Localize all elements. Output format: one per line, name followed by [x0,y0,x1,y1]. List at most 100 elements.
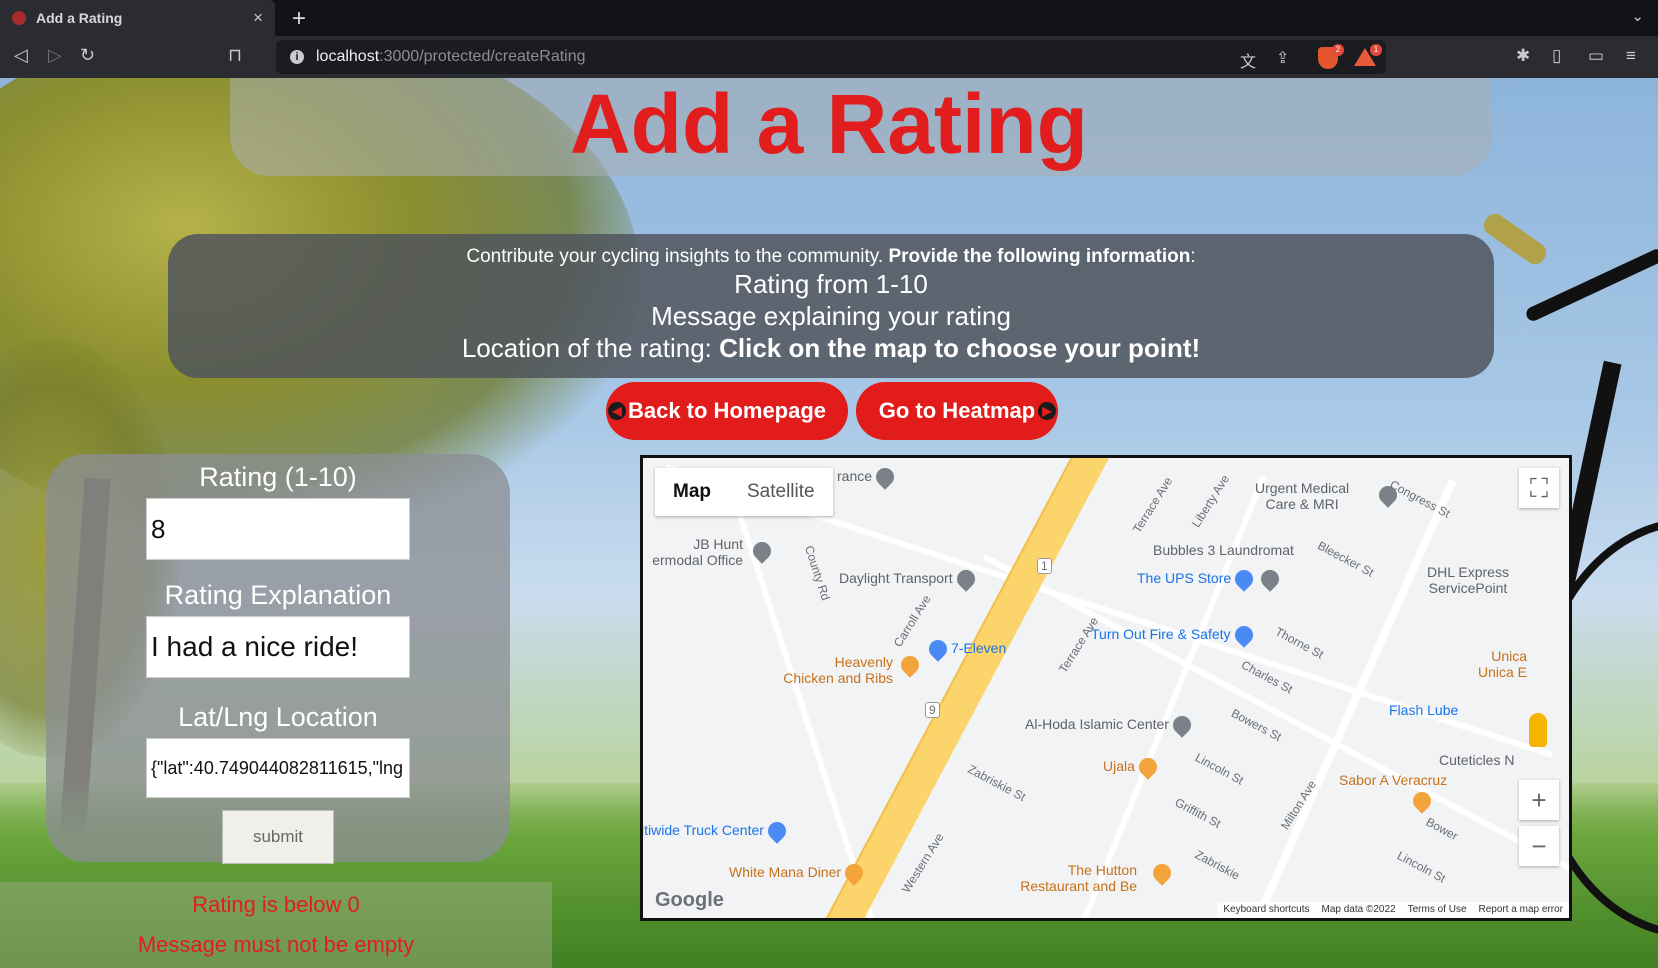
url-text[interactable]: localhost:3000/protected/createRating [316,48,586,66]
map-pin-icon [1231,566,1257,593]
rating-form: Rating (1-10) 8 Rating Explanation I had… [46,454,510,864]
url-path: :3000/protected/createRating [379,48,586,65]
instruction-message: Message explaining your rating [651,301,1011,331]
map-pin-icon [897,652,923,678]
address-bar[interactable]: i localhost:3000/protected/createRating … [276,40,1386,74]
tab-list-chevron-icon[interactable]: ⌄ [1631,7,1644,25]
map-place[interactable]: Cuteticles N [1439,752,1514,768]
map-pin-icon [1149,860,1175,886]
pegman-icon[interactable] [1529,713,1547,747]
street-label: Bleecker St [1315,538,1377,580]
zoom-out-button[interactable]: − [1519,826,1559,866]
map-place[interactable]: Urgent Medical Care & MRI [1255,480,1349,512]
place-label: Sabor A Veracruz [1339,772,1448,788]
place-label: Cuteticles N [1439,752,1515,768]
share-icon[interactable]: ⇪ [1276,48,1289,68]
rating-input[interactable]: 8 [146,498,410,560]
location-input[interactable]: {"lat":40.749044082811615,"lng [146,738,410,798]
map-place[interactable]: White Mana Diner [729,860,867,887]
location-map[interactable]: Map Satellite ⛶ + − rance Urgent Medical… [640,455,1572,921]
map-place[interactable]: The UPS Store [1137,566,1283,593]
map-data-text: Map data ©2022 [1321,904,1396,915]
map-place[interactable]: Heavenly Chicken and Ribs [773,654,893,686]
street-label: Griffith St [1172,795,1224,831]
place-label: Ujala [1103,758,1135,774]
map-pin-icon [841,860,867,887]
sidebar-icon[interactable]: ▯ [1552,46,1561,66]
street-label: Bower [1423,814,1461,844]
map-place[interactable]: Unica Unica E [1469,648,1527,680]
place-label: Flash Lube [1389,702,1459,718]
street-label: Lincoln St [1192,750,1246,788]
place-label: Bubbles 3 Laundromat [1153,542,1294,558]
map-place[interactable]: itiwide Truck Center [641,818,790,845]
place-label: 7-Eleven [951,640,1007,656]
zoom-in-button[interactable]: + [1519,780,1559,820]
place-label: The UPS Store [1137,570,1232,586]
map-pin-icon [1230,622,1257,649]
arrow-right-icon: ▶ [1038,402,1056,420]
map-place[interactable]: Ujala [1103,754,1161,781]
place-label: Daylight Transport [839,570,953,586]
map-place[interactable]: Turn Out Fire & Safety [1091,622,1257,649]
map-place[interactable]: Sabor A Veracruz [1339,772,1447,788]
url-host: localhost [316,48,380,65]
rating-label: Rating (1-10) [199,462,357,492]
route-shield: 1 [1037,558,1052,574]
browser-tab-strip: Add a Rating × + ⌄ [0,0,1658,36]
route-shield: 9 [925,702,940,718]
favicon-icon [12,11,26,25]
back-to-homepage-label: Back to Homepage [627,398,827,423]
close-tab-icon[interactable]: × [253,8,263,28]
map-place[interactable]: DHL Express ServicePoint [1427,564,1509,596]
explanation-input[interactable]: I had a nice ride! [146,616,410,678]
street-label: Western Ave [898,830,947,896]
map-place[interactable]: JB Hunt ermodal Office [643,536,743,568]
translate-icon[interactable]: 文 [1240,48,1256,72]
browser-tab[interactable]: Add a Rating × [0,0,275,36]
place-label: JB Hunt [693,536,743,552]
place-label: Urgent Medical [1255,480,1350,496]
forward-icon[interactable]: ▷ [48,45,62,66]
map-type-satellite-button[interactable]: Satellite [729,468,833,516]
map-pin-icon [925,636,951,663]
back-icon[interactable]: ◁ [14,45,28,66]
tab-title: Add a Rating [36,10,123,26]
reload-icon[interactable]: ↻ [80,45,95,66]
map-place[interactable]: Al-Hoda Islamic Center [1025,712,1195,739]
site-info-icon[interactable]: i [290,50,304,64]
go-to-heatmap-label: Go to Heatmap [878,398,1036,423]
wallet-icon[interactable]: ▭ [1588,46,1604,66]
map-place[interactable]: The Hutton Restaurant and Be [1013,862,1137,894]
street-label: Terrace Ave [1129,474,1176,536]
place-label: Heavenly [834,654,893,670]
map-pin-icon [872,464,898,491]
place-label: itiwide Truck Center [641,822,764,838]
map-place[interactable]: Bubbles 3 Laundromat [1153,542,1294,558]
place-label: Chicken and Ribs [783,670,893,686]
place-label: DHL Express [1427,564,1509,580]
error-panel: Rating is below 0 Message must not be em… [0,882,552,968]
terms-link[interactable]: Terms of Use [1408,904,1467,916]
fullscreen-button[interactable]: ⛶ [1519,468,1559,508]
map-place[interactable]: 7-Eleven [925,636,1007,663]
arrow-left-icon: ◀ [608,402,626,420]
new-tab-icon[interactable]: + [292,5,306,33]
menu-icon[interactable]: ≡ [1626,46,1636,66]
location-bold-text: Click on the map to choose your point! [719,333,1201,363]
intro-colon: : [1190,246,1196,267]
keyboard-shortcuts-link[interactable]: Keyboard shortcuts [1223,904,1309,916]
street-label: Lincoln St [1394,848,1448,886]
map-place[interactable]: Flash Lube [1389,702,1458,718]
go-to-heatmap-button[interactable]: Go to Heatmap ▶ [856,382,1058,440]
place-label: Unica [1491,648,1527,664]
back-to-homepage-button[interactable]: ◀ Back to Homepage [606,382,848,440]
extensions-icon[interactable]: ✱ [1516,46,1530,66]
submit-button[interactable]: submit [222,810,334,864]
map-place[interactable]: Daylight Transport [839,566,979,593]
report-error-link[interactable]: Report a map error [1479,904,1563,916]
map-place[interactable]: rance [837,464,898,491]
bookmark-icon[interactable]: ⊓ [228,45,242,66]
map-type-map-button[interactable]: Map [655,468,729,516]
map-pin-icon [952,566,979,593]
